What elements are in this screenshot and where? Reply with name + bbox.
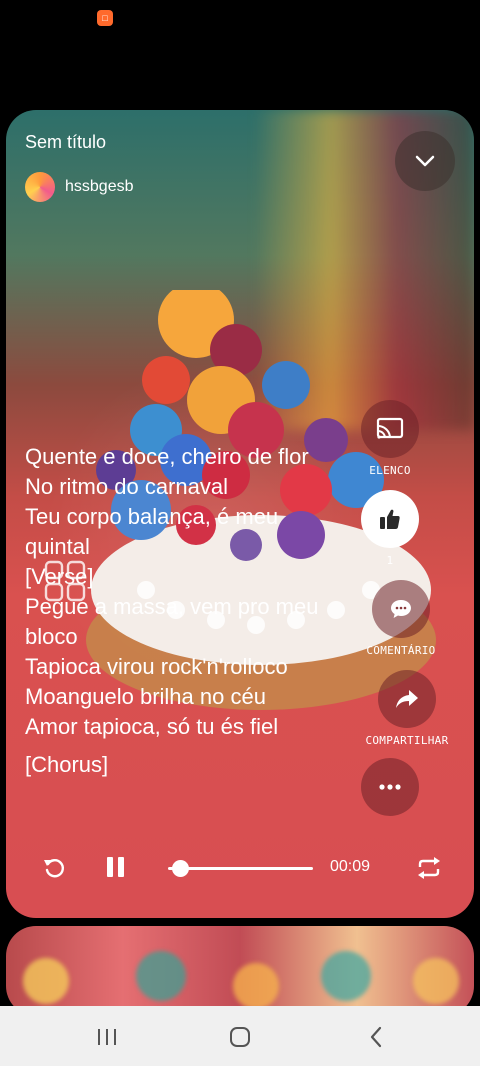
lyric-line: Teu corpo balança, é meu quintal <box>25 504 279 559</box>
progress-bar[interactable] <box>168 867 313 870</box>
like-action[interactable]: 1 <box>340 490 440 567</box>
lyrics-panel: Quente e doce, cheiro de flor No ritmo do… <box>25 440 355 850</box>
playback-controls: 00:09 <box>36 845 456 889</box>
chevron-down-icon <box>415 155 435 167</box>
home-button[interactable] <box>227 1024 253 1050</box>
lyric-line: Tapioca virou rock'n'rolloco <box>25 654 288 679</box>
replay-icon[interactable] <box>42 855 68 881</box>
elapsed-time: 00:09 <box>330 858 371 875</box>
share-action[interactable]: COMPARTILHAR <box>357 670 457 747</box>
lyric-line: No ritmo do carnaval <box>25 474 228 499</box>
more-action[interactable] <box>340 758 440 816</box>
avatar[interactable] <box>25 172 55 202</box>
now-playing-card: Sem título hssbgesb Quente e doce, cheir… <box>6 110 474 918</box>
more-button[interactable] <box>361 758 419 816</box>
comment-label: COMENTÁRIO <box>366 644 436 657</box>
elenco-label: ELENCO <box>369 464 411 477</box>
grid-icon[interactable] <box>42 558 90 606</box>
recent-apps-icon <box>98 1029 116 1045</box>
cast-button[interactable] <box>361 400 419 458</box>
recent-apps-button[interactable] <box>94 1024 120 1050</box>
username[interactable]: hssbgesb <box>65 178 134 196</box>
back-icon <box>370 1026 382 1048</box>
next-cover-art <box>6 926 474 1016</box>
song-title: Sem título <box>25 132 107 152</box>
elenco-action[interactable]: ELENCO <box>340 400 440 477</box>
app-notification-icon: □ <box>97 10 113 26</box>
more-icon <box>379 784 401 790</box>
pause-icon[interactable] <box>104 855 128 879</box>
lyric-gap <box>25 742 335 750</box>
cast-icon <box>376 417 404 439</box>
lyric-line: [Chorus] <box>25 752 109 777</box>
share-icon <box>396 690 418 708</box>
home-icon <box>230 1027 250 1047</box>
collapse-button[interactable] <box>395 131 455 191</box>
like-count: 1 <box>386 554 394 567</box>
lyrics-list: Quente e doce, cheiro de flor No ritmo do… <box>25 442 335 780</box>
progress-knob[interactable] <box>171 860 189 877</box>
share-label: COMPARTILHAR <box>365 734 449 747</box>
comment-icon <box>391 600 411 618</box>
lyric-line: Quente e doce, cheiro de flor <box>25 444 309 469</box>
back-button[interactable] <box>363 1024 389 1050</box>
lyric-line: Amor tapioca, só tu és fiel <box>25 714 279 739</box>
repeat-icon[interactable] <box>416 855 442 881</box>
share-button[interactable] <box>378 670 436 728</box>
comment-action[interactable]: COMENTÁRIO <box>351 580 451 657</box>
next-song-card[interactable] <box>6 926 474 1016</box>
comment-button[interactable] <box>372 580 430 638</box>
lyric-line: Moanguelo brilha no céu <box>25 684 266 709</box>
like-button[interactable] <box>361 490 419 548</box>
system-navigation-bar <box>0 1006 480 1066</box>
thumbs-up-icon <box>380 509 400 529</box>
